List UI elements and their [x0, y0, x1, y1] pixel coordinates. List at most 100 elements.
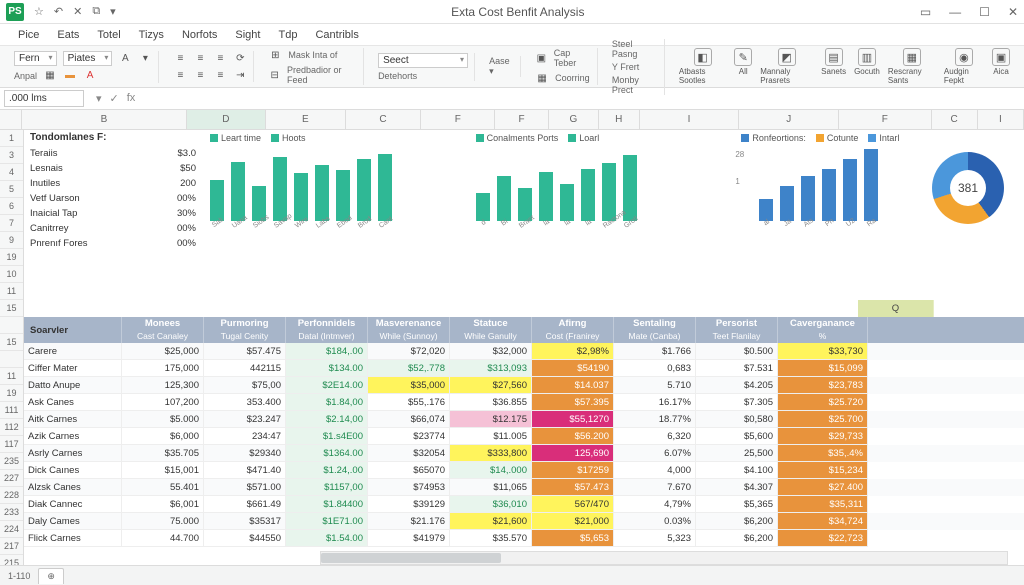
table-row[interactable]: Asrly Carnes$35.705$29340$1364.00$32054$…: [24, 445, 1024, 462]
qat-close-icon[interactable]: ✕: [73, 5, 82, 18]
table-cell[interactable]: $44550: [204, 530, 286, 547]
table-cell[interactable]: $6,200: [696, 513, 778, 530]
table-cell[interactable]: $72,020: [368, 343, 450, 360]
table-cell[interactable]: $6,000: [122, 428, 204, 445]
table-cell[interactable]: Datto Anupe: [24, 377, 122, 394]
table-cell[interactable]: 234:47: [204, 428, 286, 445]
sheet-tab-add[interactable]: ⊕: [38, 568, 64, 584]
table-row[interactable]: Daly Cames75.000$35317$1E71.00$21.176$21…: [24, 513, 1024, 530]
col-header-B[interactable]: B: [22, 110, 186, 129]
row-header[interactable]: 19: [0, 249, 23, 266]
cond-fmt-icon[interactable]: ▣: [535, 51, 548, 65]
table-cell[interactable]: $35,311: [778, 496, 868, 513]
table-row[interactable]: Datto Anupe125,300$75,00$2E14.00$35,000$…: [24, 377, 1024, 394]
table-cell[interactable]: 6,320: [614, 428, 696, 445]
row-header[interactable]: [0, 351, 23, 368]
table-cell[interactable]: $41979: [368, 530, 450, 547]
table-header[interactable]: Soarvler: [24, 317, 122, 343]
table-cell[interactable]: Aitk Carnes: [24, 411, 122, 428]
menu-totel[interactable]: Totel: [97, 29, 120, 41]
menu-tizys[interactable]: Tizys: [139, 29, 164, 41]
row-header[interactable]: 233: [0, 504, 23, 521]
ribbon-big-all[interactable]: ✎All: [734, 48, 752, 85]
table-cell[interactable]: Ask Canes: [24, 394, 122, 411]
table-cell[interactable]: $25.720: [778, 394, 868, 411]
table-cell[interactable]: $14.037: [532, 377, 614, 394]
col-header-C[interactable]: C: [932, 110, 978, 129]
table-cell[interactable]: $5,600: [696, 428, 778, 445]
font-color-icon[interactable]: A: [83, 69, 97, 83]
table-cell[interactable]: Ciffer Mater: [24, 360, 122, 377]
table-cell[interactable]: $27.400: [778, 479, 868, 496]
table-cell[interactable]: $2E14.00: [286, 377, 368, 394]
table-header[interactable]: Caverganance%: [778, 317, 868, 343]
table-cell[interactable]: $35.570: [450, 530, 532, 547]
table-cell[interactable]: $11.005: [450, 428, 532, 445]
table-cell[interactable]: $6,200: [696, 530, 778, 547]
table-header[interactable]: PurmoringTugal Cenity: [204, 317, 286, 343]
row-header[interactable]: 235: [0, 453, 23, 470]
table-cell[interactable]: 4,79%: [614, 496, 696, 513]
table-cell[interactable]: 125,300: [122, 377, 204, 394]
menu-tdp[interactable]: Tdp: [278, 29, 297, 41]
table-header[interactable]: MoneesCast Canaley: [122, 317, 204, 343]
font-select[interactable]: Fern: [14, 51, 57, 66]
table-cell[interactable]: $32054: [368, 445, 450, 462]
table-cell[interactable]: $35,000: [368, 377, 450, 394]
col-header-F[interactable]: F: [495, 110, 549, 129]
align-top-icon[interactable]: ≡: [173, 51, 187, 65]
table-row[interactable]: Azik Carnes$6,000234:47$1.s4E00$23774$11…: [24, 428, 1024, 445]
col-header-D[interactable]: D: [187, 110, 266, 129]
table-cell[interactable]: $5,365: [696, 496, 778, 513]
shrink-font-icon[interactable]: ▾: [138, 51, 152, 65]
table-cell[interactable]: $34,724: [778, 513, 868, 530]
table-cell[interactable]: 175,000: [122, 360, 204, 377]
row-header[interactable]: 15: [0, 334, 23, 351]
table-cell[interactable]: $313,093: [450, 360, 532, 377]
table-row[interactable]: Flick Carnes44.700$44550$1.54.00$41979$3…: [24, 530, 1024, 547]
table-cell[interactable]: 6.07%: [614, 445, 696, 462]
table-row[interactable]: Aitk Carnes$5.000$23.247$2.14,00$66,074$…: [24, 411, 1024, 428]
table-cell[interactable]: $12.175: [450, 411, 532, 428]
param-row[interactable]: Teraiis$3.0: [30, 146, 196, 161]
wrap-icon[interactable]: ⊞: [268, 48, 282, 62]
table-cell[interactable]: $184,.00: [286, 343, 368, 360]
table-cell[interactable]: $6,001: [122, 496, 204, 513]
table-cell[interactable]: $15,001: [122, 462, 204, 479]
table-cell[interactable]: $25.700: [778, 411, 868, 428]
table-cell[interactable]: $36.855: [450, 394, 532, 411]
table-cell[interactable]: 567/470: [532, 496, 614, 513]
table-cell[interactable]: $15,099: [778, 360, 868, 377]
row-header[interactable]: 15: [0, 300, 23, 317]
menu-cantribls[interactable]: Cantribls: [315, 29, 358, 41]
col-header-F[interactable]: F: [839, 110, 931, 129]
menu-sight[interactable]: Sight: [235, 29, 260, 41]
ribbon-toggle-icon[interactable]: ▭: [920, 5, 931, 19]
col-header-E[interactable]: E: [266, 110, 345, 129]
col-header-C[interactable]: C: [346, 110, 422, 129]
qat-save-icon[interactable]: ☆: [34, 5, 44, 18]
ribbon-big-atbasts[interactable]: ◧Atbasts Sootles: [679, 48, 726, 85]
menu-eats[interactable]: Eats: [57, 29, 79, 41]
name-box[interactable]: .000 lms: [4, 90, 84, 107]
table-cell[interactable]: $32,000: [450, 343, 532, 360]
ribbon-big-aica[interactable]: ▣Aica: [992, 48, 1010, 85]
table-header[interactable]: StatuceWhile Ganully: [450, 317, 532, 343]
table-cell[interactable]: $0,580: [696, 411, 778, 428]
table-cell[interactable]: 125,690: [532, 445, 614, 462]
table-header[interactable]: PersoristTeet Flanilay: [696, 317, 778, 343]
merge-icon[interactable]: ⊟: [268, 68, 281, 82]
fx-check-icon[interactable]: ✓: [110, 92, 119, 105]
row-header[interactable]: 6: [0, 198, 23, 215]
row-header[interactable]: 227: [0, 470, 23, 487]
menu-norfots[interactable]: Norfots: [182, 29, 217, 41]
row-header[interactable]: 112: [0, 419, 23, 436]
align-right-icon[interactable]: ≡: [213, 68, 227, 82]
table-cell[interactable]: $57.473: [532, 479, 614, 496]
param-row[interactable]: Vetf Uarson00%: [30, 191, 196, 206]
table-row[interactable]: Carere$25,000$57.475$184,.00$72,020$32,0…: [24, 343, 1024, 360]
table-row[interactable]: Ciffer Mater175,000442115$134.00$52,.778…: [24, 360, 1024, 377]
table-cell[interactable]: $1.24,.00: [286, 462, 368, 479]
align-center-icon[interactable]: ≡: [193, 68, 207, 82]
row-header[interactable]: 10: [0, 266, 23, 283]
